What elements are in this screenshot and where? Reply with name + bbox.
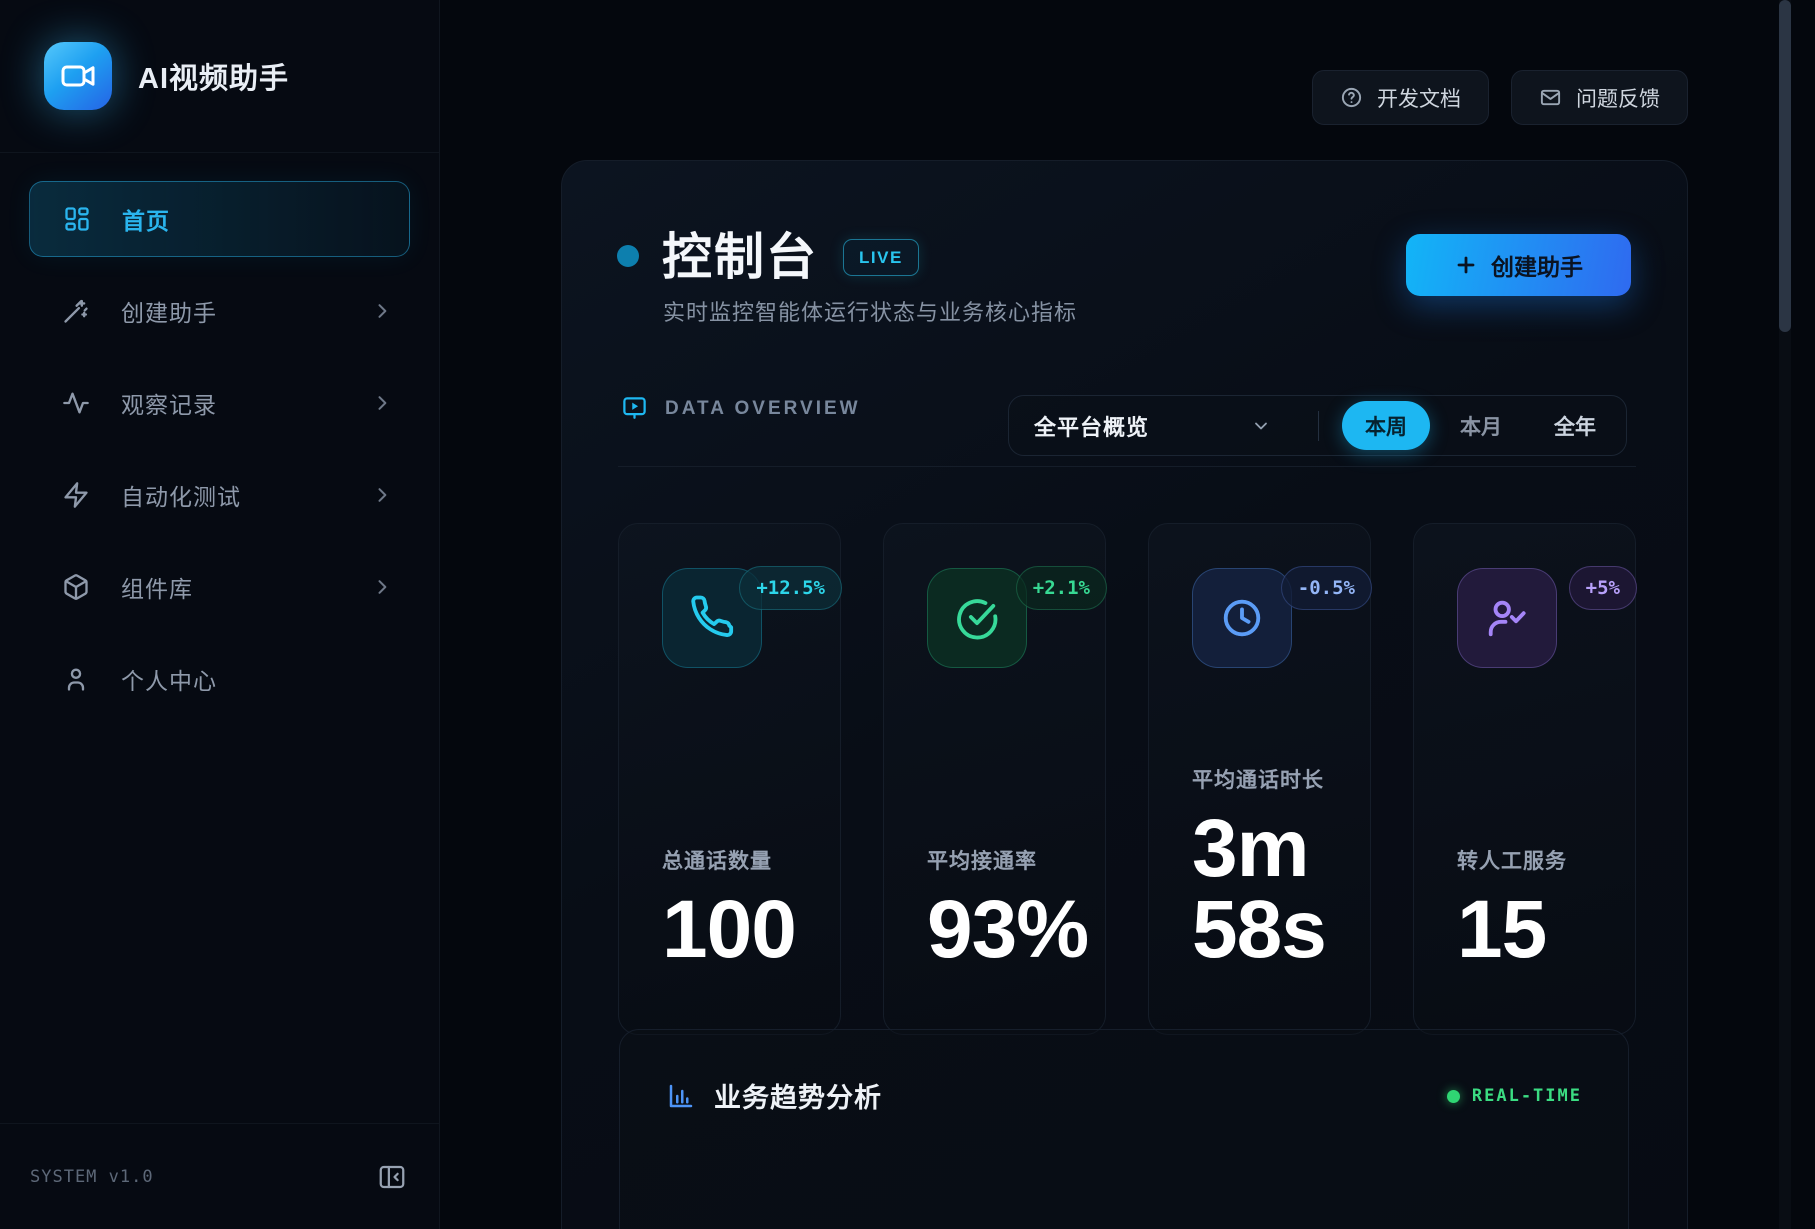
stat-value: 15	[1457, 889, 1615, 970]
sidebar-item-label: 个人中心	[121, 662, 392, 696]
trend-badge: +12.5%	[739, 566, 842, 610]
sidebar-item-home[interactable]: 首页	[29, 181, 410, 257]
green-status-dot	[1447, 1090, 1460, 1103]
chevron-right-icon	[372, 485, 392, 505]
app-title: AI视频助手	[138, 55, 289, 97]
magic-wand-icon	[61, 296, 91, 326]
scrollbar-thumb[interactable]	[1779, 0, 1791, 332]
live-badge: LIVE	[843, 239, 919, 276]
console-panel: 控制台 LIVE 实时监控智能体运行状态与业务核心指标 创建助手 DATA OV…	[561, 160, 1688, 1229]
icon-tile	[1192, 568, 1292, 668]
sidebar-item-label: 观察记录	[121, 386, 372, 420]
sidebar-item-label: 创建助手	[121, 294, 372, 328]
period-tabs: 本周 本月 全年	[1340, 401, 1602, 450]
sidebar-menu: 首页 创建助手 观察记录	[0, 153, 439, 1123]
app-logo	[44, 42, 112, 110]
mail-icon	[1539, 86, 1562, 109]
logo-row: AI视频助手	[0, 0, 439, 153]
sidebar-item-component-library[interactable]: 组件库	[29, 549, 410, 625]
overview-controls: 全平台概览 本周 本月 全年	[1008, 395, 1627, 456]
chevron-right-icon	[372, 393, 392, 413]
user-check-icon	[1484, 595, 1530, 641]
cube-icon	[61, 572, 91, 602]
sidebar-item-label: 组件库	[121, 570, 372, 604]
page-title: 控制台	[662, 217, 818, 289]
realtime-label: REAL-TIME	[1472, 1086, 1582, 1106]
page-subtitle: 实时监控智能体运行状态与业务核心指标	[663, 295, 1077, 327]
help-circle-icon	[1340, 86, 1363, 109]
sidebar-item-profile[interactable]: 个人中心	[29, 641, 410, 717]
stat-value: 93%	[927, 889, 1085, 970]
tab-this-week[interactable]: 本周	[1342, 401, 1430, 450]
sidebar-item-label: 首页	[122, 202, 391, 236]
stat-card-human-transfer: +5% 转人工服务 15	[1413, 523, 1636, 1035]
trend-analysis-card: 业务趋势分析 REAL-TIME	[619, 1029, 1629, 1229]
platform-filter-dropdown[interactable]: 全平台概览	[1034, 410, 1149, 442]
sidebar-item-create-assistant[interactable]: 创建助手	[29, 273, 410, 349]
section-label: DATA OVERVIEW	[665, 398, 861, 420]
trend-title: 业务趋势分析	[714, 1076, 882, 1115]
stat-value: 3m 58s	[1192, 808, 1350, 970]
video-camera-icon	[60, 58, 96, 94]
dev-docs-label: 开发文档	[1377, 83, 1461, 113]
trend-badge: -0.5%	[1281, 566, 1372, 610]
stat-card-total-calls: +12.5% 总通话数量 100	[618, 523, 841, 1035]
chevron-right-icon	[372, 301, 392, 321]
realtime-status: REAL-TIME	[1447, 1086, 1582, 1106]
app-screen: AI视频助手 首页 创建助手	[0, 0, 1815, 1229]
sidebar-item-label: 自动化测试	[121, 478, 372, 512]
header-actions: 开发文档 问题反馈	[1312, 70, 1688, 125]
data-overview-header: DATA OVERVIEW	[621, 395, 861, 422]
sidebar-footer: SYSTEM v1.0	[0, 1123, 439, 1229]
monitor-play-icon	[621, 395, 648, 422]
trend-header: 业务趋势分析	[666, 1076, 882, 1115]
stat-card-bottom: 平均通话时长 3m 58s	[1192, 764, 1350, 970]
system-version: SYSTEM v1.0	[30, 1167, 154, 1187]
stat-card-bottom: 平均接通率 93%	[927, 845, 1085, 970]
divider	[1318, 411, 1319, 441]
user-icon	[61, 664, 91, 694]
chevron-right-icon	[372, 577, 392, 597]
create-assistant-label: 创建助手	[1491, 248, 1583, 282]
plus-icon	[1454, 253, 1478, 277]
stat-card-avg-duration: -0.5% 平均通话时长 3m 58s	[1148, 523, 1371, 1035]
chevron-down-icon[interactable]	[1251, 416, 1271, 436]
clock-icon	[1219, 595, 1265, 641]
stat-cards: +12.5% 总通话数量 100 +2.1% 平均接通率 93%	[618, 523, 1636, 1035]
activity-icon	[61, 388, 91, 418]
stat-card-bottom: 转人工服务 15	[1457, 845, 1615, 970]
stat-label: 转人工服务	[1457, 845, 1615, 875]
stat-label: 总通话数量	[662, 845, 820, 875]
check-circle-icon	[954, 595, 1000, 641]
stat-label: 平均通话时长	[1192, 764, 1350, 794]
stat-card-bottom: 总通话数量 100	[662, 845, 820, 970]
trend-badge: +2.1%	[1016, 566, 1107, 610]
dev-docs-button[interactable]: 开发文档	[1312, 70, 1489, 125]
collapse-sidebar-button[interactable]	[377, 1162, 407, 1192]
lightning-icon	[61, 480, 91, 510]
sidebar: AI视频助手 首页 创建助手	[0, 0, 440, 1229]
sidebar-item-automation-test[interactable]: 自动化测试	[29, 457, 410, 533]
bar-chart-icon	[666, 1081, 696, 1111]
section-divider	[618, 466, 1636, 467]
dashboard-icon	[62, 204, 92, 234]
tab-full-year[interactable]: 全年	[1548, 411, 1602, 441]
stat-card-answer-rate: +2.1% 平均接通率 93%	[883, 523, 1106, 1035]
trend-badge: +5%	[1569, 566, 1637, 610]
stat-label: 平均接通率	[927, 845, 1085, 875]
status-dot	[617, 245, 639, 267]
feedback-label: 问题反馈	[1576, 83, 1660, 113]
feedback-button[interactable]: 问题反馈	[1511, 70, 1688, 125]
stat-value: 100	[662, 889, 820, 970]
icon-tile	[927, 568, 1027, 668]
phone-icon	[689, 595, 735, 641]
icon-tile	[1457, 568, 1557, 668]
sidebar-item-observation-records[interactable]: 观察记录	[29, 365, 410, 441]
tab-this-month[interactable]: 本月	[1454, 411, 1508, 441]
create-assistant-button[interactable]: 创建助手	[1406, 234, 1631, 296]
